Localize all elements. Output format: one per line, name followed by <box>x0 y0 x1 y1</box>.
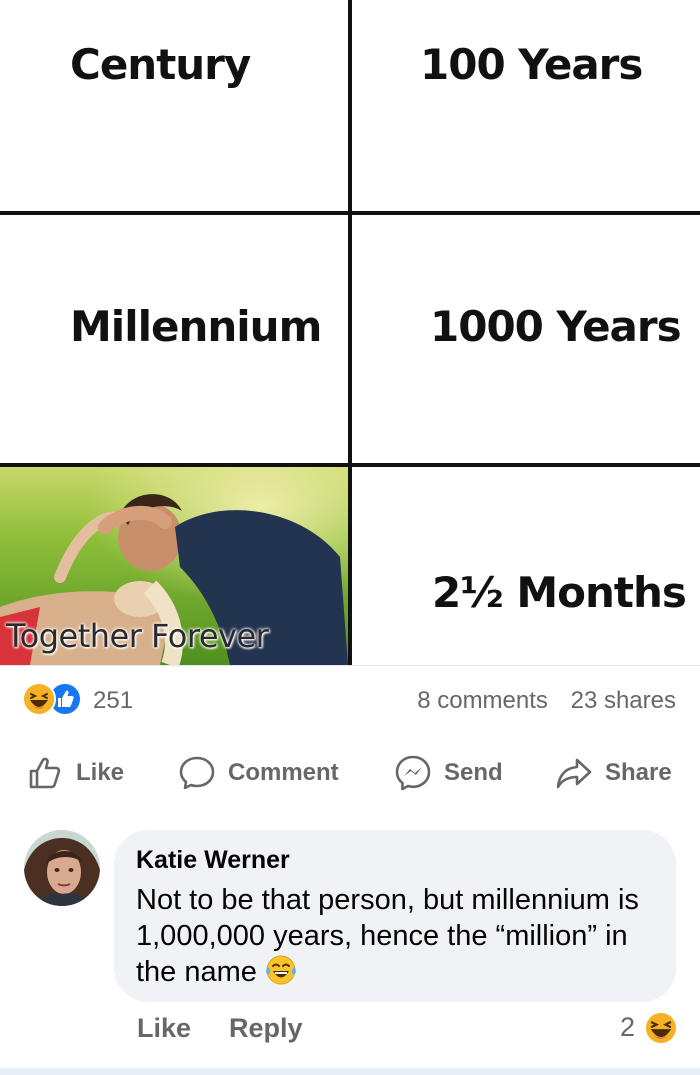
reaction-summary: 251 8 comments 23 shares <box>0 665 700 733</box>
messenger-icon <box>395 755 431 791</box>
comments-count[interactable]: 8 comments <box>417 687 548 714</box>
meme-cell-millennium: Millennium <box>70 302 322 351</box>
comment-like-button[interactable]: Like <box>137 1013 191 1044</box>
thumbs-up-icon <box>29 757 61 789</box>
post-image[interactable]: Century 100 Years Millennium 1000 Years … <box>0 0 700 665</box>
haha-icon <box>22 682 56 716</box>
like-label: Like <box>76 759 125 786</box>
comment-label: Comment <box>228 759 339 786</box>
laughing-tears-icon <box>265 954 297 986</box>
photo-caption: Together Forever <box>6 617 269 655</box>
bottom-divider <box>0 1068 700 1075</box>
comment-reply-button[interactable]: Reply <box>229 1013 303 1044</box>
comment-author[interactable]: Katie Werner <box>136 846 290 875</box>
comment-text: Not to be that person, but millennium is… <box>136 884 639 988</box>
reaction-count[interactable]: 251 <box>93 687 133 715</box>
haha-icon[interactable] <box>644 1011 678 1045</box>
grid-divider-horizontal <box>0 211 700 215</box>
meme-cell-100-years: 100 Years <box>420 40 643 89</box>
meme-cell-century: Century <box>70 40 251 89</box>
shares-count[interactable]: 23 shares <box>571 687 676 714</box>
meme-cell-months: 2½ Months <box>432 568 687 617</box>
reaction-icons[interactable] <box>22 682 86 718</box>
comment-bubble: Katie Werner Not to be that person, but … <box>114 830 676 1002</box>
couple-photo: Together Forever <box>0 467 348 665</box>
share-button[interactable]: Share <box>555 752 672 794</box>
grid-divider-vertical <box>348 0 352 665</box>
comment-reaction-count[interactable]: 2 <box>620 1012 635 1043</box>
like-button[interactable]: Like <box>26 752 124 794</box>
share-label: Share <box>605 759 672 786</box>
comment-bubble-icon <box>179 756 215 790</box>
send-label: Send <box>444 759 503 786</box>
comment-body: Not to be that person, but millennium is… <box>136 882 666 990</box>
share-arrow-icon <box>556 758 592 789</box>
comment-button[interactable]: Comment <box>178 752 339 794</box>
send-button[interactable]: Send <box>394 752 503 794</box>
meme-cell-1000-years: 1000 Years <box>430 302 682 351</box>
post-action-bar: Like Comment Send Share <box>0 738 700 808</box>
avatar[interactable] <box>24 830 100 906</box>
